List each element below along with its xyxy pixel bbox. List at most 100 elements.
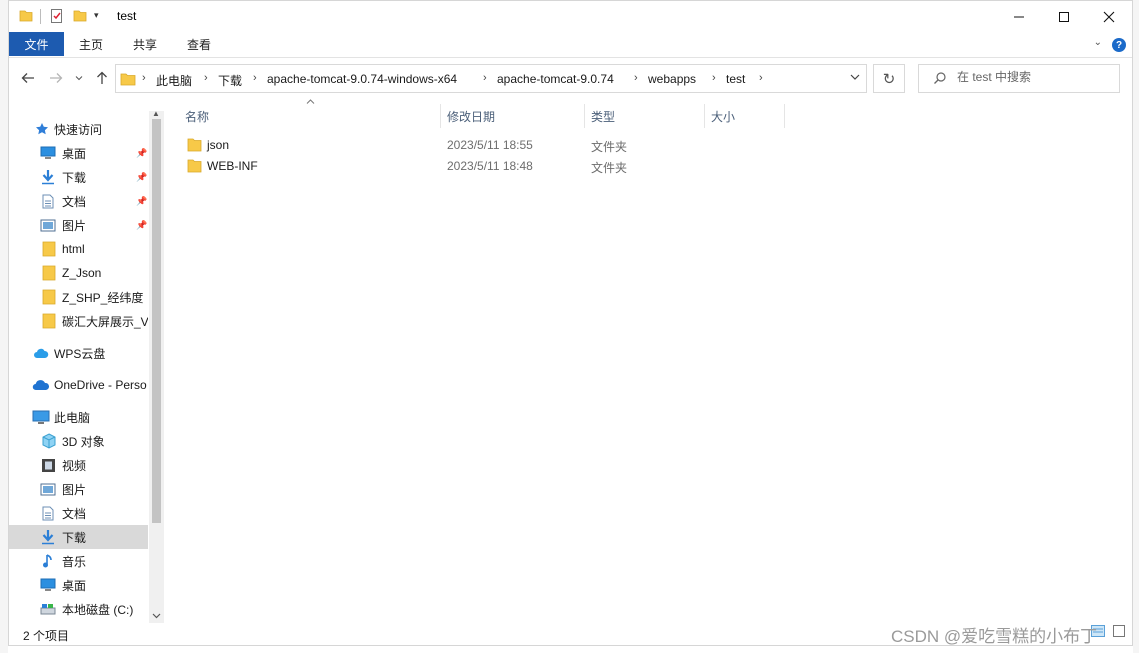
- file-modified: 2023/5/11 18:48: [447, 159, 533, 173]
- file-row[interactable]: WEB-INF 2023/5/11 18:48 文件夹: [179, 156, 639, 177]
- document-icon: [42, 194, 54, 209]
- folder-icon: [187, 159, 202, 176]
- file-name: WEB-INF: [207, 159, 258, 173]
- breadcrumb-downloads[interactable]: 下载: [218, 72, 242, 89]
- sidebar-item-label: 下载: [62, 170, 87, 185]
- title-bar: ▾ test: [9, 1, 1132, 32]
- sidebar-item-label: 视频: [62, 458, 87, 473]
- refresh-icon: ↻: [882, 70, 896, 88]
- cube-icon: [41, 433, 57, 449]
- column-header-size[interactable]: 大小: [705, 104, 785, 128]
- breadcrumb-tomcat[interactable]: apache-tomcat-9.0.74: [497, 72, 614, 86]
- new-folder-icon[interactable]: [73, 9, 87, 26]
- tab-share[interactable]: 共享: [121, 32, 169, 56]
- sidebar-item-z-shp[interactable]: Z_SHP_经纬度: [9, 285, 148, 309]
- large-icons-view-button[interactable]: [1110, 623, 1128, 641]
- search-box[interactable]: [918, 64, 1120, 93]
- properties-icon[interactable]: [49, 8, 65, 27]
- sidebar-item-wps-cloud[interactable]: WPS云盘: [9, 341, 148, 365]
- sidebar-item-html[interactable]: html: [9, 237, 148, 261]
- sidebar-scroll-thumb[interactable]: [152, 119, 161, 523]
- sidebar-item-desktop[interactable]: 桌面: [9, 573, 148, 597]
- breadcrumb-separator[interactable]: ›: [204, 72, 208, 84]
- sidebar-item-label: html: [62, 242, 85, 256]
- star-icon: [35, 122, 49, 136]
- sidebar-item-downloads-pinned[interactable]: 下载 📌: [9, 165, 148, 189]
- sidebar-item-quick-access[interactable]: 快速访问: [9, 117, 148, 141]
- file-modified: 2023/5/11 18:55: [447, 138, 533, 152]
- onedrive-icon: [32, 379, 50, 391]
- forward-button[interactable]: [47, 68, 65, 88]
- file-name: json: [207, 138, 230, 152]
- ribbon-tabs: 文件 主页 共享 查看: [9, 32, 1132, 58]
- recent-locations-icon[interactable]: [73, 68, 85, 88]
- folder-icon: [19, 9, 33, 26]
- file-type: 文件夹: [591, 140, 628, 154]
- sidebar-item-label: 桌面: [62, 146, 87, 161]
- sidebar-item-carbon-dashboard[interactable]: 碳汇大屏展示_V: [9, 309, 148, 333]
- file-row[interactable]: json 2023/5/11 18:55 文件夹: [179, 135, 639, 156]
- sidebar-item-documents-pinned[interactable]: 文档 📌: [9, 189, 148, 213]
- ribbon-expand-icon[interactable]: ⌄: [1094, 37, 1102, 48]
- status-item-count: 2 个项目: [23, 629, 70, 643]
- scroll-up-icon[interactable]: ▲: [152, 109, 160, 118]
- video-icon: [41, 458, 56, 473]
- quick-access-dropdown-icon[interactable]: ▾: [94, 10, 99, 21]
- breadcrumb-webapps[interactable]: webapps: [648, 72, 696, 86]
- back-button[interactable]: [19, 68, 37, 88]
- pin-icon[interactable]: 📌: [136, 196, 147, 207]
- column-headers: 名称 修改日期 类型 大小: [179, 104, 799, 128]
- sidebar-item-pictures-pinned[interactable]: 图片 📌: [9, 213, 148, 237]
- scroll-down-icon[interactable]: [152, 612, 161, 621]
- help-icon[interactable]: ?: [1112, 38, 1126, 52]
- breadcrumb-separator[interactable]: ›: [483, 72, 487, 84]
- sidebar-item-3d-objects[interactable]: 3D 对象: [9, 429, 148, 453]
- address-history-icon[interactable]: [850, 72, 860, 83]
- tab-home[interactable]: 主页: [67, 32, 115, 56]
- breadcrumb-separator[interactable]: ›: [634, 72, 638, 84]
- breadcrumb-this-pc[interactable]: 此电脑: [156, 72, 192, 89]
- breadcrumb-test[interactable]: test: [726, 72, 745, 86]
- tab-file[interactable]: 文件: [9, 32, 64, 56]
- sidebar-item-z-json[interactable]: Z_Json: [9, 261, 148, 285]
- breadcrumb-tomcat-windows[interactable]: apache-tomcat-9.0.74-windows-x64: [267, 72, 457, 86]
- refresh-button[interactable]: ↻: [873, 64, 905, 93]
- address-bar[interactable]: › 此电脑 › 下载 › apache-tomcat-9.0.74-window…: [115, 64, 867, 93]
- folder-icon: [42, 241, 56, 257]
- sidebar-item-music[interactable]: 音乐: [9, 549, 148, 573]
- search-input[interactable]: [957, 70, 1107, 84]
- minimize-button[interactable]: [996, 1, 1042, 32]
- breadcrumb-separator[interactable]: ›: [142, 72, 146, 84]
- picture-icon: [40, 483, 56, 496]
- sidebar-item-downloads[interactable]: 下载: [9, 525, 148, 549]
- document-icon: [42, 506, 54, 521]
- close-button[interactable]: [1086, 1, 1132, 32]
- sidebar-item-pictures[interactable]: 图片: [9, 477, 148, 501]
- music-icon: [42, 553, 54, 569]
- column-header-modified[interactable]: 修改日期: [441, 104, 585, 128]
- column-header-type[interactable]: 类型: [585, 104, 705, 128]
- window-title: test: [117, 9, 137, 23]
- breadcrumb-separator[interactable]: ›: [253, 72, 257, 84]
- sidebar-item-this-pc[interactable]: 此电脑: [9, 405, 148, 429]
- sidebar-item-desktop-pinned[interactable]: 桌面 📌: [9, 141, 148, 165]
- sidebar-item-local-disk[interactable]: 本地磁盘 (C:): [9, 597, 148, 621]
- sidebar-item-documents[interactable]: 文档: [9, 501, 148, 525]
- sidebar-scrollbar[interactable]: ▲: [149, 109, 164, 623]
- sidebar-item-videos[interactable]: 视频: [9, 453, 148, 477]
- maximize-button[interactable]: [1041, 1, 1087, 32]
- computer-icon: [32, 410, 50, 425]
- column-header-name[interactable]: 名称: [179, 104, 441, 128]
- breadcrumb-separator[interactable]: ›: [759, 72, 763, 84]
- desktop-icon: [40, 578, 56, 592]
- pin-icon[interactable]: 📌: [136, 148, 147, 159]
- sidebar-item-label: 此电脑: [54, 410, 91, 425]
- sidebar-item-onedrive[interactable]: OneDrive - Perso: [9, 373, 148, 397]
- pin-icon[interactable]: 📌: [136, 220, 147, 231]
- picture-icon: [40, 219, 56, 232]
- breadcrumb-separator[interactable]: ›: [712, 72, 716, 84]
- up-button[interactable]: [93, 68, 111, 88]
- large-icons-view-icon: [1113, 624, 1125, 640]
- pin-icon[interactable]: 📌: [136, 172, 147, 183]
- tab-view[interactable]: 查看: [175, 32, 223, 56]
